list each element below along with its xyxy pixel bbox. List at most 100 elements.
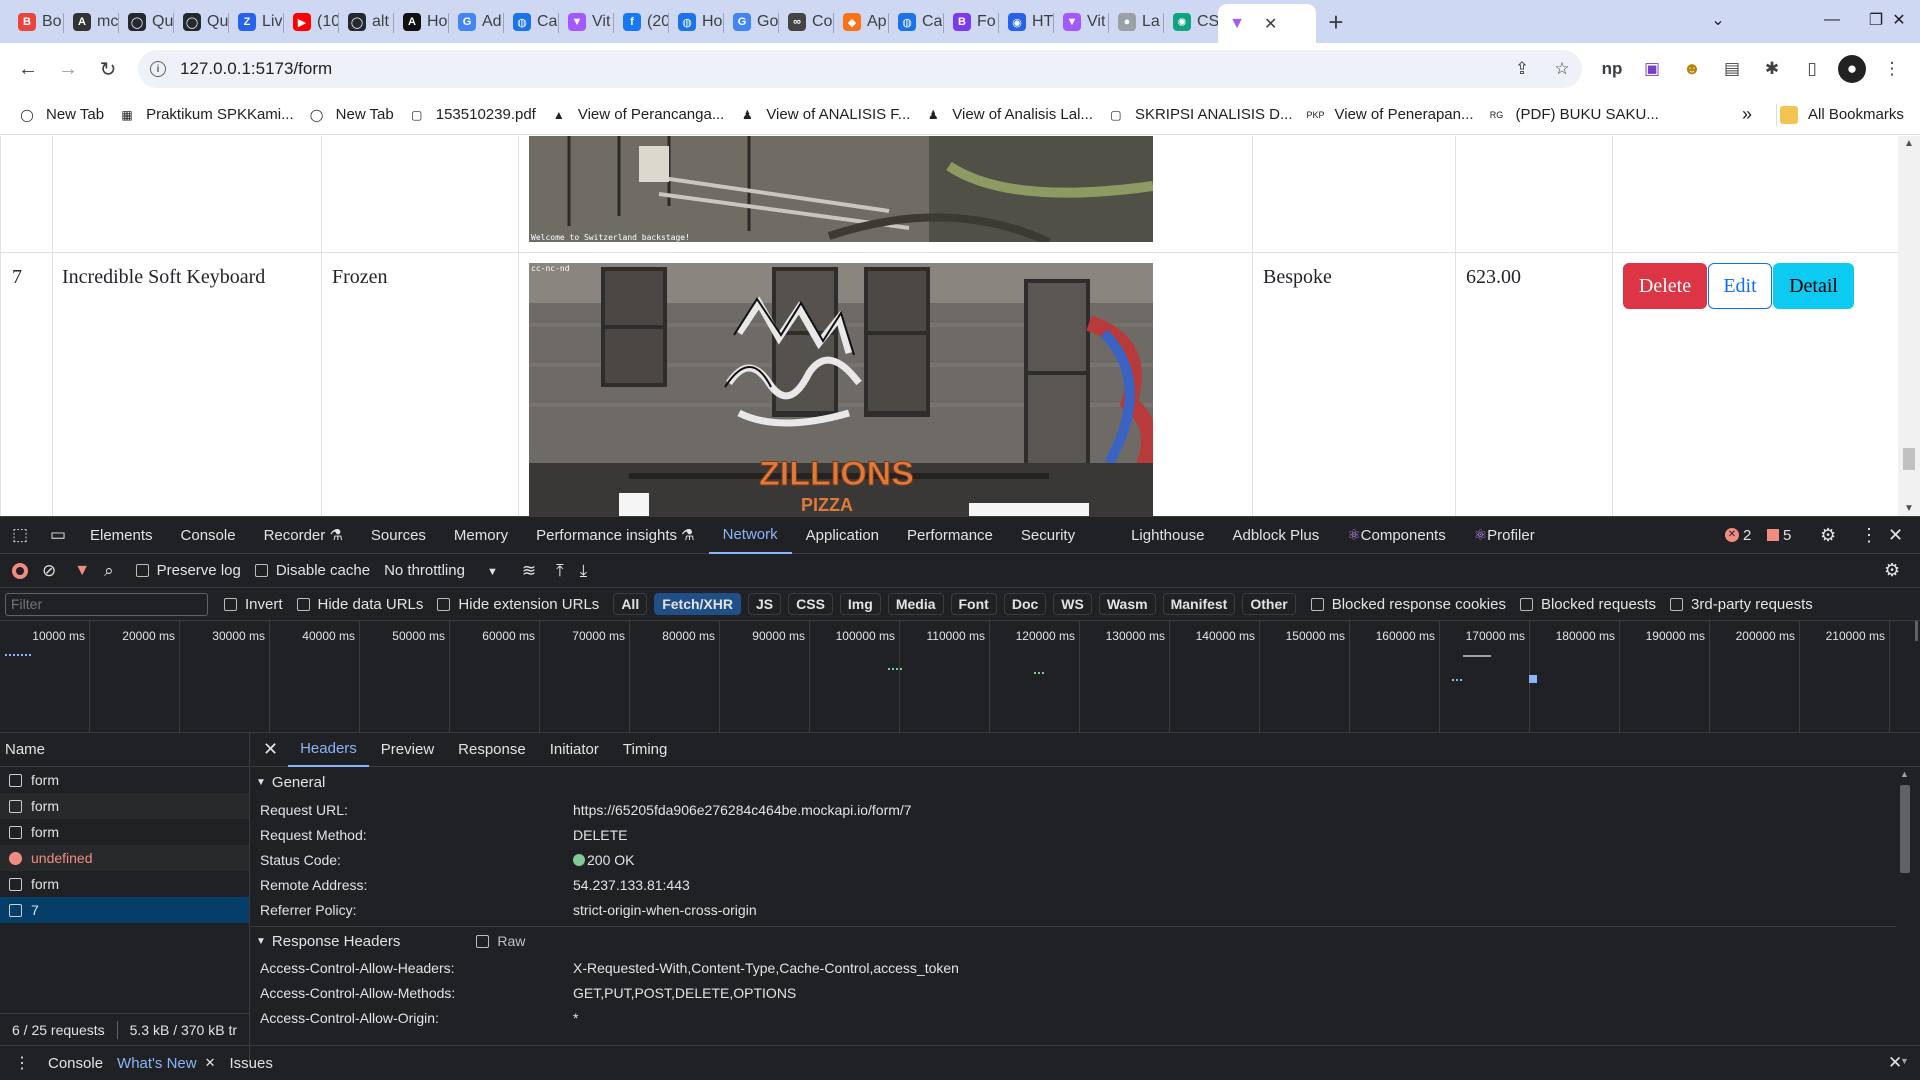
share-icon[interactable]: ⇪ [1508,55,1536,83]
bookmarks-overflow-icon[interactable]: » [1742,104,1752,125]
scroll-down-icon[interactable]: ▼ [1904,503,1914,514]
browser-tab[interactable]: ◍ Ca [888,4,943,40]
devtools-tab[interactable]: Memory [440,517,522,554]
detail-tab[interactable]: Preview [369,733,446,767]
preserve-log-checkbox[interactable]: Preserve log [135,562,241,579]
type-filter-chip[interactable]: Img [839,593,881,615]
type-filter-chip[interactable]: Fetch/XHR [654,593,741,615]
bookmark-item[interactable]: ◯ New Tab [308,106,394,124]
site-info-icon[interactable]: i [150,61,166,77]
request-row[interactable]: form [0,793,249,819]
close-tab-icon[interactable]: ✕ [205,1055,216,1071]
devtools-tab[interactable]: Security [1007,517,1089,554]
browser-tab[interactable]: ∞ Co [778,4,833,40]
reload-icon[interactable]: ↻ [88,49,128,89]
browser-tab[interactable]: ▼ Vit [1053,4,1108,40]
header-value[interactable]: X-Requested-With,Content-Type,Cache-Cont… [573,960,959,976]
close-devtools-icon[interactable]: ✕ [1888,525,1903,546]
type-filter-chip[interactable]: Media [887,593,944,615]
request-row[interactable]: form [0,819,249,845]
browser-tab[interactable]: ◯ Qu [118,4,173,40]
record-icon[interactable] [12,562,28,579]
detail-tab[interactable]: Headers [288,733,369,767]
tab-search-icon[interactable]: ⌄ [1695,0,1741,40]
timeline-scroll-handle[interactable] [1915,621,1918,641]
bookmark-item[interactable]: ▦ Praktikum SPKKami... [118,106,293,124]
browser-tab[interactable]: f (20 [613,4,668,40]
close-drawer-icon[interactable]: ✕ [1888,1053,1902,1073]
header-value[interactable]: 200 OK [573,852,634,868]
bookmark-item[interactable]: ♟ View of Analisis Lal... [924,106,1093,124]
type-filter-chip[interactable]: Wasm [1098,593,1156,615]
detail-button[interactable]: Detail [1773,263,1854,309]
extension-purple-icon[interactable]: ▣ [1638,55,1666,83]
browser-tab[interactable]: G Go [723,4,778,40]
network-conditions-icon[interactable]: ≋ [522,561,536,581]
devtools-tab[interactable]: Sources [357,517,440,554]
bookmark-item[interactable]: ♟ View of ANALISIS F... [738,106,910,124]
extensions-puzzle-icon[interactable]: ✱ [1758,55,1786,83]
type-filter-chip[interactable]: Other [1242,593,1296,615]
url-text[interactable]: 127.0.0.1:5173/form [180,59,332,79]
extension-np-icon[interactable]: np [1598,55,1626,83]
header-value[interactable]: GET,PUT,POST,DELETE,OPTIONS [573,985,796,1001]
type-filter-chip[interactable]: Doc [1003,593,1047,615]
delete-button[interactable]: Delete [1623,263,1707,309]
edit-button[interactable]: Edit [1708,263,1772,309]
browser-tab[interactable]: A Ho [393,4,448,40]
devtools-settings-icon[interactable]: ⚙ [1820,525,1836,546]
details-scrollbar[interactable]: ▲ ▼ [1898,769,1912,1066]
header-value[interactable]: 54.237.133.81:443 [573,877,690,893]
detail-tab[interactable]: Initiator [538,733,611,767]
browser-tab[interactable]: G Ad [448,4,503,40]
back-icon[interactable]: ← [8,49,48,89]
close-window-icon[interactable]: ✕ [1876,0,1920,40]
extension-face-icon[interactable]: ☻ [1678,55,1706,83]
devtools-menu-icon[interactable]: ⋮ [1860,525,1878,546]
device-toolbar-icon[interactable]: ▭ [40,525,76,545]
drawer-menu-icon[interactable]: ⋮ [14,1053,30,1073]
bookmark-item[interactable]: ▲ View of Perancanga... [550,106,724,124]
extension-se-icon[interactable]: ▤ [1718,55,1746,83]
filter-checkbox[interactable]: Invert [224,596,283,613]
type-filter-chip[interactable]: WS [1053,593,1092,615]
devtools-tab[interactable]: Recorder ⚗ [250,517,357,554]
drawer-tab[interactable]: Console [48,1055,103,1072]
type-filter-chip[interactable]: JS [748,593,782,615]
header-value[interactable]: strict-origin-when-cross-origin [573,902,757,918]
request-row[interactable]: 7 [0,897,249,923]
devtools-tab[interactable]: ⚛ Profiler [1460,517,1549,554]
profile-avatar[interactable]: ● [1838,55,1866,83]
throttling-select[interactable]: No throttling ▼ [384,562,498,579]
type-filter-chip[interactable]: Manifest [1162,593,1236,615]
warning-counter[interactable]: 5 [1767,527,1791,544]
side-panel-icon[interactable]: ▯ [1798,55,1826,83]
detail-tab[interactable]: Timing [611,733,679,767]
all-bookmarks[interactable]: All Bookmarks [1780,105,1904,124]
request-row[interactable]: undefined [0,845,249,871]
header-value[interactable]: * [573,1010,578,1026]
browser-tab[interactable]: B Fo [943,4,998,40]
browser-tab[interactable]: ✺ CS [1163,4,1218,40]
close-tab-icon[interactable]: ✕ [1264,14,1277,34]
bookmark-item[interactable]: PKP View of Penerapan... [1307,106,1474,124]
devtools-tab[interactable]: Adblock Plus [1218,517,1333,554]
inspect-element-icon[interactable]: ⬚ [0,525,40,545]
browser-tab[interactable]: ◆ Ap [833,4,888,40]
minimize-icon[interactable]: — [1809,0,1855,40]
browser-tab[interactable]: Z Liv [228,4,283,40]
devtools-tab[interactable]: ⚛ Components [1333,517,1460,554]
devtools-tab[interactable]: Performance insights ⚗ [522,517,709,554]
network-overview-timeline[interactable]: 10000 ms 20000 ms 30000 ms 40000 ms 50000 ms… [0,621,1920,733]
general-section-header[interactable]: ▼ General [251,767,1920,797]
extra-filter-checkbox[interactable]: 3rd-party requests [1670,596,1813,613]
extra-filter-checkbox[interactable]: Blocked requests [1519,596,1656,613]
browser-tab[interactable]: ▶ (10 [283,4,338,40]
browser-tab[interactable]: Amc [63,4,118,40]
bookmark-star-icon[interactable]: ☆ [1548,55,1576,83]
type-filter-chip[interactable]: CSS [788,593,833,615]
error-counter[interactable]: ✕ 2 [1725,527,1751,544]
export-har-icon[interactable]: ⤓ [580,561,588,581]
close-details-icon[interactable]: ✕ [251,739,288,760]
devtools-tab[interactable]: Console [167,517,250,554]
